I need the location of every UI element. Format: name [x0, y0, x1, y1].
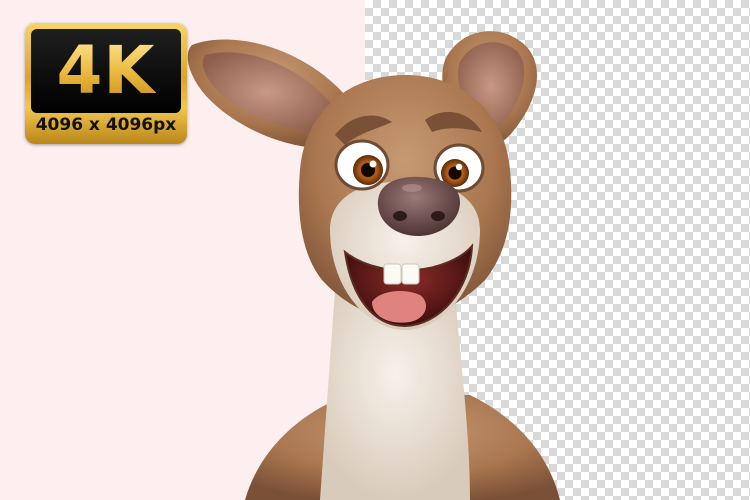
badge-inner-panel: 4K — [31, 29, 181, 113]
left-ear-inner — [202, 52, 332, 132]
resolution-label: 4K — [56, 32, 156, 109]
image-canvas: 4K 4096 x 4096px — [0, 0, 750, 500]
dimensions-label: 4096 x 4096px — [35, 115, 177, 135]
teeth — [383, 263, 402, 285]
resolution-badge: 4K 4096 x 4096px — [25, 23, 187, 144]
